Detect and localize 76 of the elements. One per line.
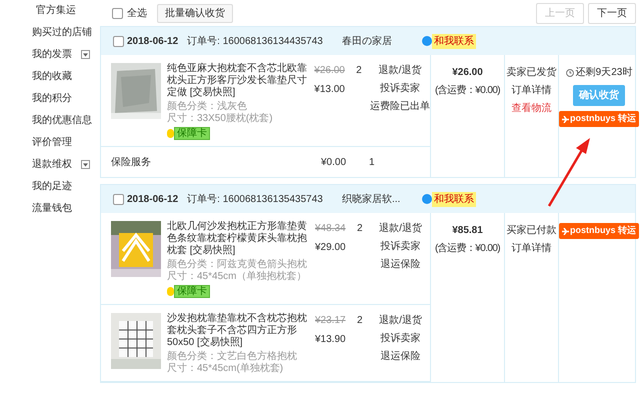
order-total: ¥26.00 [452, 66, 483, 80]
order-number: 订单号: 160068136134435743 [187, 34, 323, 48]
order-action-link[interactable]: 退款/退货 [379, 313, 422, 328]
countdown-text: 还剩9天23时 [576, 66, 632, 80]
bulk-confirm-button[interactable]: 批量确认收货 [157, 4, 233, 22]
product-title[interactable]: 沙发抱枕靠垫靠枕不含枕芯抱枕套枕头套子不含芯四方正方形50x50 [交易快照] [167, 313, 309, 349]
sidebar-item[interactable]: 我的积分 [32, 91, 72, 106]
product-size: 尺寸：45*45cm(单独枕套) [167, 363, 284, 375]
sidebar-item[interactable]: 退款维权 [32, 157, 72, 172]
sidebar-item[interactable]: 评价管理 [32, 135, 72, 150]
service-label: 保险服务 [111, 156, 152, 170]
order-action-link[interactable]: 退运保险 [380, 349, 420, 364]
sidebar-item[interactable]: 我的足迹 [32, 179, 72, 194]
dropdown-icon[interactable] [81, 50, 90, 59]
guarantee-badge: 保障卡 [174, 127, 210, 140]
order-date: 2018-06-12 [127, 34, 178, 48]
arrow-annotation [546, 138, 592, 208]
quantity: 2 [356, 64, 363, 78]
logistics-link[interactable]: 查看物流 [512, 101, 552, 116]
contact-seller-link[interactable]: 和我联系 [432, 192, 476, 206]
order-action-link[interactable]: 投诉卖家 [380, 331, 420, 346]
order-action-link[interactable]: 运费险已出单 [370, 99, 430, 114]
quantity: 2 [357, 222, 364, 236]
contact-seller-link[interactable]: 和我联系 [432, 34, 476, 48]
sidebar-item[interactable]: 我的优惠信息 [32, 113, 92, 128]
sidebar-item[interactable]: 官方集运 [36, 3, 76, 18]
service-quantity: 1 [369, 156, 375, 170]
guarantee-badge: 保障卡 [174, 285, 210, 298]
unit-price: ¥13.00 [314, 83, 346, 97]
order-status-text: 订单详情 [512, 242, 552, 256]
plane-icon [562, 228, 569, 234]
plane-icon [562, 116, 569, 122]
product-color: 颜色分类：阿兹克黄色箭头抱枕 [167, 259, 307, 270]
checkbox[interactable] [113, 194, 124, 204]
original-price: ¥48.34 [315, 222, 347, 236]
chat-icon [422, 36, 432, 46]
order-action-link[interactable]: 退款/退货 [378, 63, 422, 78]
order-action-link[interactable]: 投诉卖家 [380, 81, 420, 96]
shipping-note: (含运费：¥0.00) [434, 84, 500, 98]
shipping-note: (含运费：¥0.00) [434, 242, 500, 256]
product-size: 尺寸：33X50腰枕(枕套) [167, 113, 273, 125]
order-number: 订单号: 160068136135435743 [187, 192, 323, 206]
shop-name[interactable]: 织晓家居软... [342, 192, 422, 206]
order-action-link[interactable]: 投诉卖家 [380, 239, 420, 254]
dropdown-icon[interactable] [81, 160, 90, 169]
order-status-text: 订单详情 [512, 84, 552, 98]
checkbox[interactable] [113, 36, 124, 46]
sidebar-item[interactable]: 购买过的店铺 [32, 25, 92, 40]
shield-icon [167, 129, 174, 138]
order-status-text: 卖家已发货 [506, 66, 556, 80]
quantity: 2 [357, 314, 364, 328]
unit-price: ¥13.90 [315, 333, 347, 347]
product-title[interactable]: 北欧几何沙发抱枕正方形靠垫黄色条纹靠枕套柠檬黄床头靠枕抱枕套 [交易快照] [167, 221, 309, 257]
chat-icon [422, 194, 432, 204]
sidebar-item[interactable]: 流量钱包 [32, 201, 72, 216]
next-page-button[interactable]: 下一页 [588, 2, 636, 24]
order-date: 2018-06-12 [127, 192, 178, 206]
product-size: 尺寸：45*45cm（单独抱枕套） [167, 271, 306, 283]
shop-name[interactable]: 春田の家居 [342, 34, 422, 48]
shield-icon [167, 287, 174, 296]
order-status-text: 买家已付款 [506, 224, 556, 238]
original-price: ¥23.17 [315, 314, 347, 328]
order-action-link[interactable]: 退运保险 [380, 257, 420, 272]
clock-icon [566, 68, 574, 76]
order-action-link[interactable]: 退款/退货 [379, 221, 422, 236]
service-price: ¥0.00 [321, 156, 348, 170]
checkbox[interactable] [112, 8, 123, 18]
original-price: ¥26.00 [314, 64, 346, 78]
select-all-label: 全选 [127, 6, 147, 20]
product-title[interactable]: 纯色亚麻大抱枕套不含芯北欧靠枕头正方形客厅沙发长靠垫尺寸定做 [交易快照] [167, 63, 308, 99]
sidebar-item[interactable]: 我的收藏 [32, 69, 72, 84]
product-color: 颜色分类：文艺白色方格抱枕 [167, 351, 297, 362]
product-color: 颜色分类：浅灰色 [167, 101, 247, 112]
order-total: ¥85.81 [452, 224, 483, 238]
sidebar-item[interactable]: 我的发票 [32, 47, 72, 62]
unit-price: ¥29.00 [315, 241, 347, 255]
